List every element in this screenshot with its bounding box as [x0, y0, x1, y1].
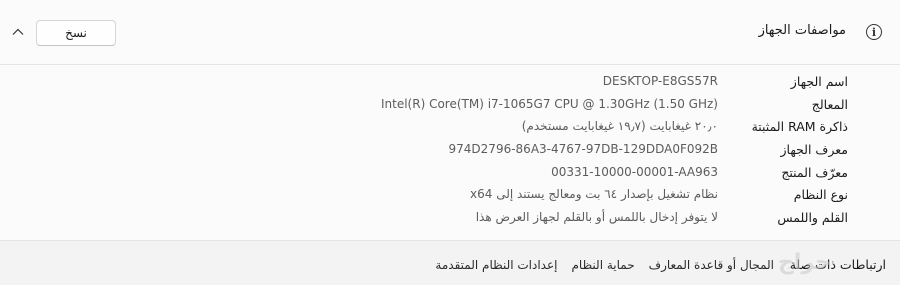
spec-value: ٢٠٫٠ غيغابايت (١٩٫٧ غيغابايت مستخدم)	[521, 119, 718, 134]
section-header[interactable]: i مواصفات الجهاز نسخ	[0, 0, 900, 65]
spec-value: نظام تشغيل بإصدار ٦٤ بت ومعالج يستند إلى…	[470, 187, 718, 202]
spec-label: ذاكرة RAM المثبتة	[751, 119, 848, 135]
spec-value: Intel(R) Core(TM) i7-1065G7 CPU @ 1.30GH…	[380, 96, 718, 111]
spec-value: DESKTOP-E8GS57R	[602, 74, 718, 88]
spec-label: اسم الجهاز	[790, 74, 848, 89]
spec-label: المعالج	[811, 96, 848, 112]
spec-row-pen-touch: القلم واللمس لا يتوفر إدخال باللمس أو با…	[0, 207, 900, 230]
spec-value: 974D2796-86A3-4767-97DB-129DDA0F092B	[448, 142, 718, 157]
related-links-list: المجال أو قاعدة المعارف حماية النظام إعد…	[435, 258, 774, 272]
spec-row-ram: ذاكرة RAM المثبتة ٢٠٫٠ غيغابايت (١٩٫٧ غي…	[0, 116, 900, 139]
spec-label: معرّف المنتج	[781, 164, 848, 180]
spec-row-system-type: نوع النظام نظام تشغيل بإصدار ٦٤ بت ومعال…	[0, 184, 900, 207]
link-domain-workgroup[interactable]: المجال أو قاعدة المعارف	[649, 258, 774, 272]
spec-list: اسم الجهاز DESKTOP-E8GS57R المعالج Intel…	[0, 71, 900, 230]
spec-row-device-name: اسم الجهاز DESKTOP-E8GS57R	[0, 71, 900, 94]
chevron-up-icon[interactable]	[12, 27, 24, 37]
copy-button[interactable]: نسخ	[36, 20, 116, 46]
info-icon: i	[866, 24, 882, 40]
spec-label: معرف الجهاز	[780, 142, 848, 158]
spec-row-device-id: معرف الجهاز 974D2796-86A3-4767-97DB-129D…	[0, 139, 900, 162]
spec-label: القلم واللمس	[777, 210, 848, 226]
section-title: مواصفات الجهاز	[758, 23, 846, 38]
device-specifications-card: i مواصفات الجهاز نسخ اسم الجهاز DESKTOP-…	[0, 0, 900, 241]
link-advanced-system-settings[interactable]: إعدادات النظام المتقدمة	[435, 258, 557, 272]
link-system-protection[interactable]: حماية النظام	[571, 258, 634, 272]
related-links-section: ارتباطات ذات صلة المجال أو قاعدة المعارف…	[0, 241, 900, 285]
spec-row-product-id: معرّف المنتج 00331-10000-00001-AA963	[0, 162, 900, 185]
spec-label: نوع النظام	[793, 187, 848, 203]
spec-value: لا يتوفر إدخال باللمس أو بالقلم لجهاز ال…	[475, 210, 718, 225]
watermark-logo: حراج	[778, 250, 832, 275]
spec-row-processor: المعالج Intel(R) Core(TM) i7-1065G7 CPU …	[0, 94, 900, 117]
spec-value: 00331-10000-00001-AA963	[551, 164, 718, 179]
